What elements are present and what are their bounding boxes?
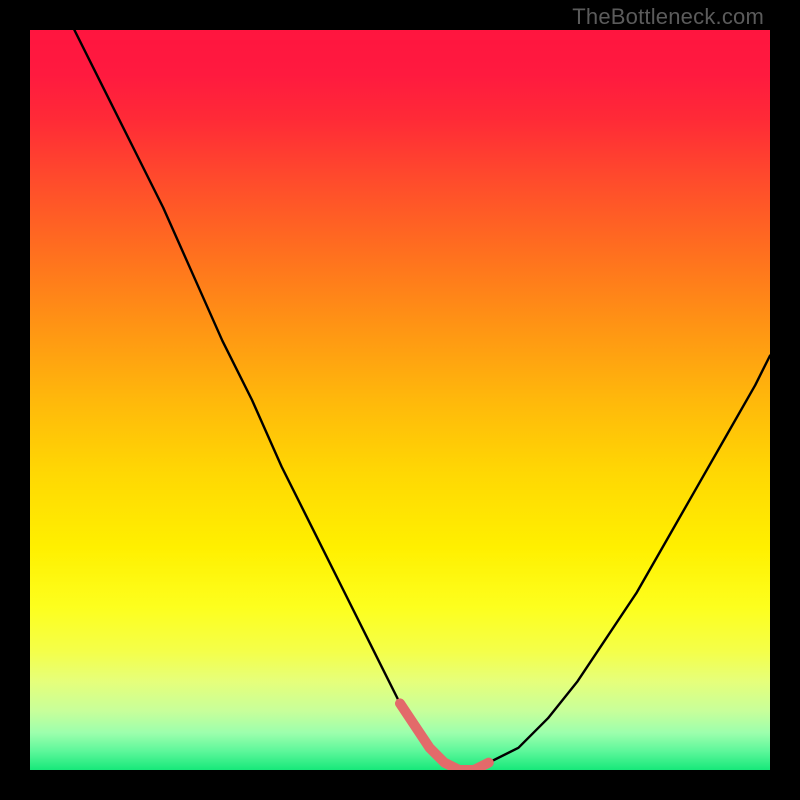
chart-frame: TheBottleneck.com [0, 0, 800, 800]
optimal-zone-highlight [400, 703, 489, 770]
watermark-text: TheBottleneck.com [572, 4, 764, 30]
plot-area [30, 30, 770, 770]
bottleneck-curve-line [74, 30, 770, 770]
curve-layer [30, 30, 770, 770]
